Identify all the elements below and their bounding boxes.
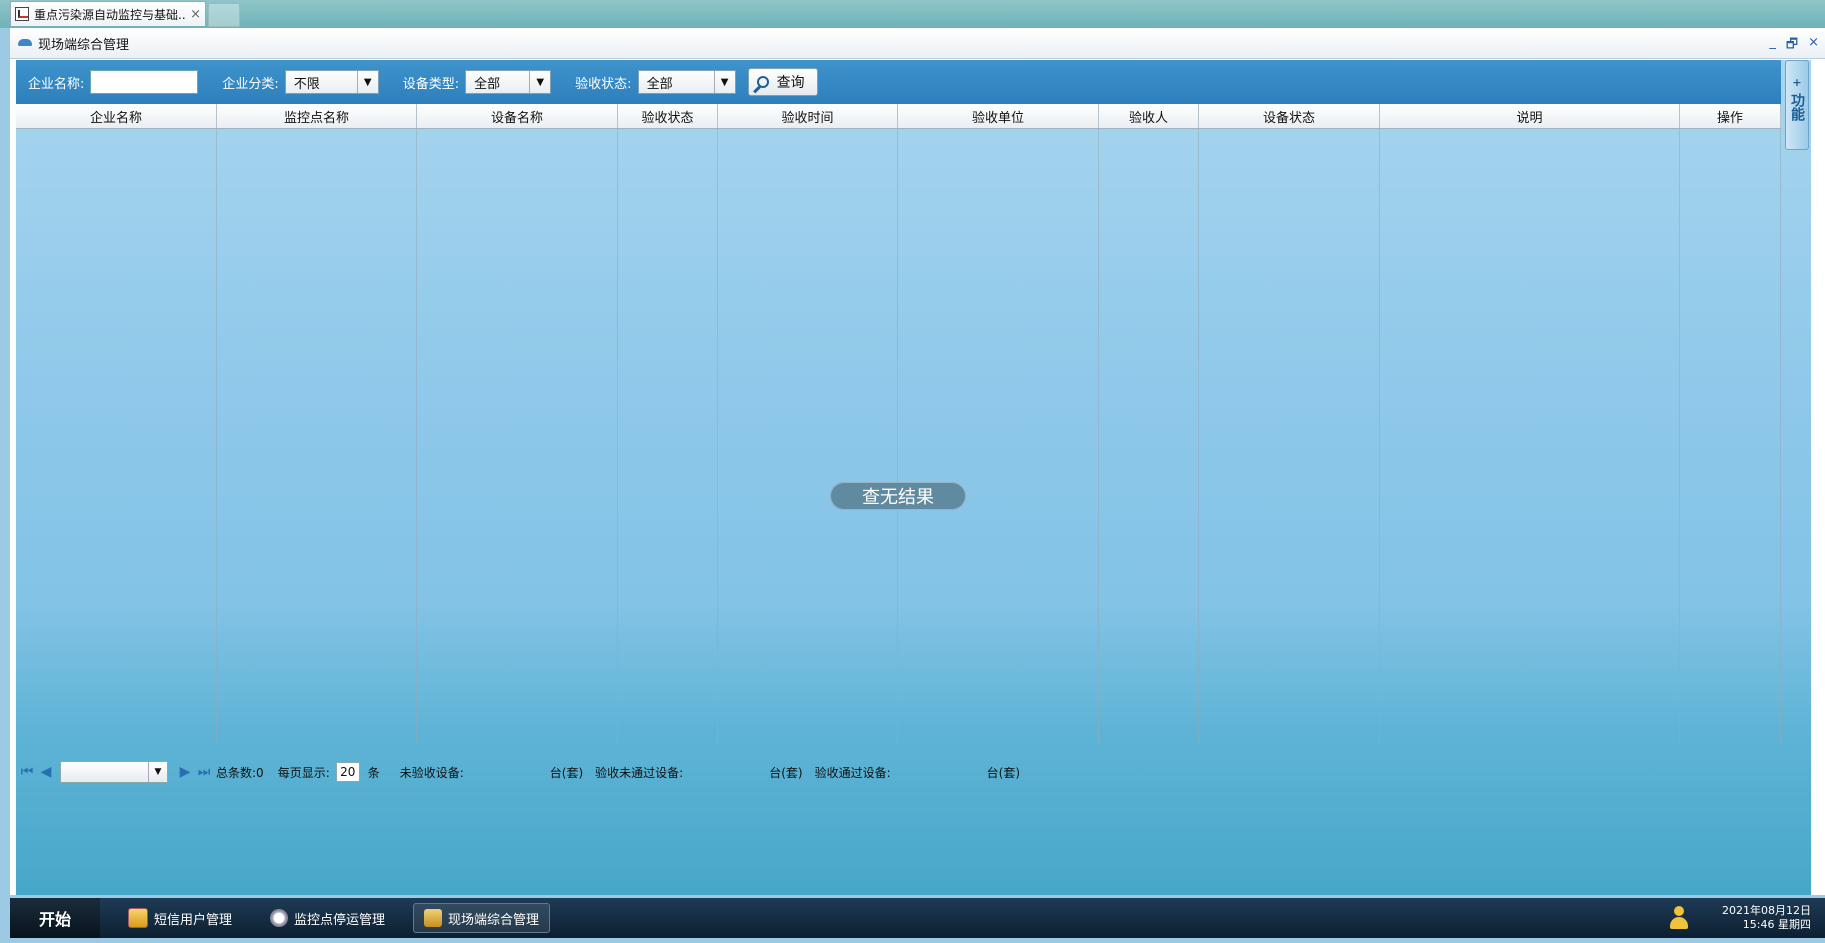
new-tab-button[interactable]	[208, 3, 240, 27]
user-icon[interactable]	[1670, 906, 1692, 930]
clock-time: 15:46 星期四	[1742, 918, 1811, 931]
table-column	[417, 129, 618, 744]
table-column	[1099, 129, 1199, 744]
window-title: 现场端综合管理	[38, 37, 130, 53]
table-column	[718, 129, 898, 744]
per-page-unit: 条	[367, 765, 380, 780]
search-icon	[756, 76, 769, 88]
browser-tab[interactable]: 重点污染源自动监控与基础... ×	[10, 1, 206, 26]
system-tray: 2021年08月12日 15:46 星期四	[1670, 898, 1825, 938]
failed-label: 验收未通过设备:	[595, 765, 684, 780]
last-page-icon[interactable]: ⏭	[196, 764, 212, 780]
device-type-select[interactable]: 全部 ▼	[465, 70, 552, 94]
not-accepted-unit: 台(套)	[549, 765, 584, 780]
company-name-label: 企业名称:	[28, 76, 85, 92]
table-column	[1680, 129, 1781, 744]
taskbar: 开始 短信用户管理 监控点停运管理 现场端综合管理 2021年08月12日 15…	[10, 898, 1825, 938]
table-column	[1199, 129, 1380, 744]
total-count: 总条数:0	[216, 765, 264, 780]
device-type-value: 全部	[474, 76, 501, 92]
column-header[interactable]: 监控点名称	[217, 104, 417, 128]
empty-result-message: 查无结果	[830, 482, 966, 510]
table-column	[1380, 129, 1680, 744]
first-page-icon[interactable]: ⏮	[19, 764, 35, 780]
query-button[interactable]: 查询	[747, 68, 818, 96]
table-header: 企业名称 监控点名称 设备名称 验收状态 验收时间 验收单位 验收人 设备状态 …	[16, 104, 1781, 129]
table-column	[217, 129, 417, 744]
category-value: 不限	[293, 76, 320, 92]
column-header[interactable]: 验收时间	[718, 104, 898, 128]
close-tab-icon[interactable]: ×	[190, 7, 201, 22]
main-content: 企业名称: 企业分类: 不限 ▼ 设备类型: 全部 ▼ 验收状态: 全部 ▼ 查…	[16, 60, 1811, 895]
plus-icon: +	[1792, 76, 1802, 89]
taskbar-item-site-management[interactable]: 现场端综合管理	[413, 903, 551, 933]
column-header[interactable]: 验收单位	[898, 104, 1099, 128]
column-header[interactable]: 设备名称	[417, 104, 618, 128]
browser-tabstrip: 重点污染源自动监控与基础... ×	[0, 0, 1825, 28]
window-controls: _ 🗗 ×	[1769, 35, 1819, 57]
prev-page-icon[interactable]: ◀	[38, 764, 54, 780]
function-panel-label: 功能	[1789, 93, 1805, 121]
device-type-label: 设备类型:	[402, 76, 460, 92]
not-accepted-label: 未验收设备:	[399, 765, 464, 780]
column-header[interactable]: 说明	[1380, 104, 1680, 128]
clock-icon	[270, 909, 289, 927]
table-column	[898, 129, 1099, 744]
per-page-input[interactable]: 20	[335, 762, 360, 782]
window-titlebar: 现场端综合管理 _ 🗗 ×	[10, 28, 1825, 59]
clock-date: 2021年08月12日	[1722, 904, 1811, 917]
close-button[interactable]: ×	[1808, 35, 1819, 57]
taskbar-item-label: 现场端综合管理	[448, 912, 540, 928]
chevron-down-icon: ▼	[713, 71, 735, 93]
chevron-down-icon: ▼	[148, 762, 167, 782]
passed-label: 验收通过设备:	[814, 765, 891, 780]
browser-tab-title: 重点污染源自动监控与基础...	[34, 7, 187, 22]
system-clock: 2021年08月12日 15:46 星期四	[1722, 904, 1811, 932]
start-button[interactable]: 开始	[10, 898, 100, 938]
minimize-button[interactable]: _	[1769, 35, 1776, 57]
passed-unit: 台(套)	[986, 765, 1021, 780]
category-label: 企业分类:	[222, 76, 279, 92]
pagination-bar: ⏮ ◀ ▼ ▶ ⏭ 总条数:0 每页显示: 20 条 未验收设备: 台(套) 验…	[16, 758, 1791, 786]
column-header[interactable]: 操作	[1680, 104, 1781, 128]
company-name-input[interactable]	[90, 70, 199, 94]
filter-toolbar: 企业名称: 企业分类: 不限 ▼ 设备类型: 全部 ▼ 验收状态: 全部 ▼ 查…	[16, 60, 1781, 104]
chart-icon	[15, 7, 29, 21]
function-side-panel[interactable]: + 功能	[1785, 60, 1809, 150]
accept-status-value: 全部	[646, 76, 673, 92]
failed-unit: 台(套)	[769, 765, 803, 780]
column-header[interactable]: 验收人	[1099, 104, 1199, 128]
column-header[interactable]: 企业名称	[16, 104, 217, 128]
taskbar-item-label: 短信用户管理	[154, 912, 233, 928]
taskbar-item-label: 监控点停运管理	[294, 912, 386, 928]
column-header[interactable]: 验收状态	[618, 104, 718, 128]
taskbar-item-monitor-stop[interactable]: 监控点停运管理	[260, 903, 395, 933]
taskbar-item-sms-users[interactable]: 短信用户管理	[118, 903, 242, 933]
table-column	[16, 129, 217, 744]
accept-status-select[interactable]: 全部 ▼	[637, 70, 736, 94]
query-button-label: 查询	[776, 75, 805, 91]
page-select[interactable]: ▼	[60, 761, 168, 783]
sms-icon	[128, 908, 148, 928]
column-header[interactable]: 设备状态	[1199, 104, 1380, 128]
app-window: 现场端综合管理 _ 🗗 × 企业名称: 企业分类: 不限 ▼ 设备类型: 全部 …	[10, 28, 1825, 895]
accept-status-label: 验收状态:	[575, 76, 632, 92]
restore-button[interactable]: 🗗	[1786, 35, 1798, 57]
table-body	[16, 129, 1781, 744]
next-page-icon[interactable]: ▶	[177, 764, 193, 780]
chevron-down-icon: ▼	[529, 71, 550, 93]
table-column	[618, 129, 718, 744]
per-page-label: 每页显示:	[277, 765, 330, 780]
category-select[interactable]: 不限 ▼	[284, 70, 379, 94]
document-icon	[424, 909, 443, 927]
chevron-down-icon: ▼	[356, 71, 378, 93]
graduation-cap-icon	[18, 36, 34, 50]
